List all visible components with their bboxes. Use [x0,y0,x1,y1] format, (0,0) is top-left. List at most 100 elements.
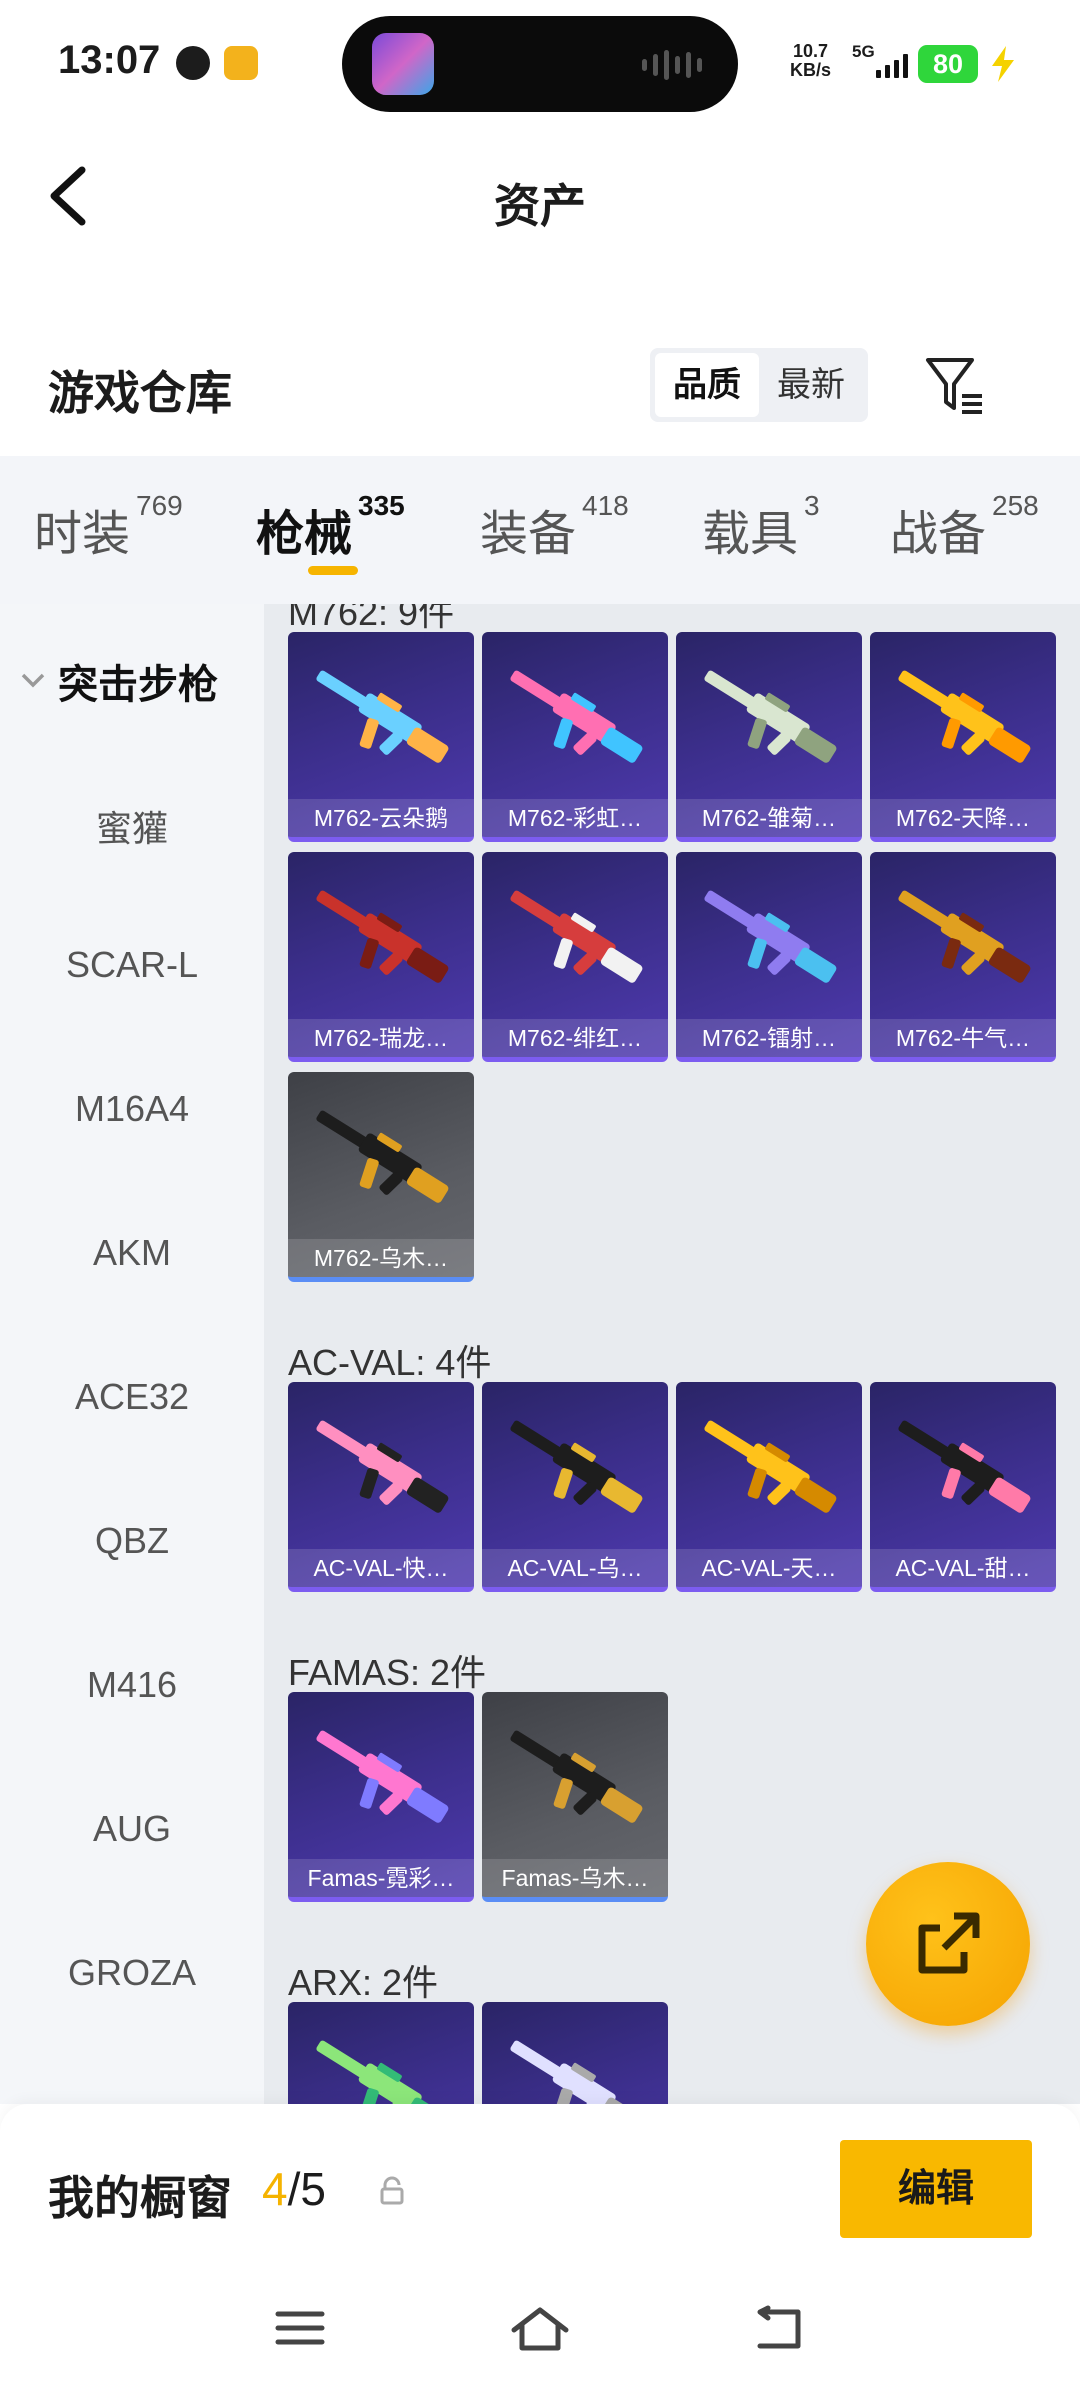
skin-card[interactable]: M762-彩虹… [482,632,668,842]
skin-card-label: Famas-乌木… [482,1859,668,1897]
tab-equipment[interactable]: 装备418 [480,490,629,564]
tab-label: 装备 [480,508,577,561]
charging-bolt-icon [992,46,1014,82]
gun-skin-icon [510,890,643,983]
filter-icon[interactable] [922,352,988,418]
sidebar-group-label: 突击步枪 [58,663,218,707]
sort-quality[interactable]: 品质 [655,353,759,417]
gun-skin-icon [704,1420,837,1513]
globe-icon [176,46,210,80]
sort-newest[interactable]: 最新 [759,353,863,417]
skin-card[interactable]: M762-云朵鹅 [288,632,474,842]
weapon-type-sidebar: 突击步枪 蜜獾 SCAR-L M16A4 AKM ACE32 QBZ M416 … [0,604,264,2104]
sidebar-item[interactable]: GROZA [0,1952,264,1994]
share-button[interactable] [866,1862,1030,2026]
skin-card[interactable]: M762-雏菊… [676,632,862,842]
status-time: 13:07 [58,38,161,82]
skin-card[interactable]: AC-VAL-天… [676,1382,862,1592]
skin-card-label: AC-VAL-快… [288,1549,474,1587]
dynamic-island[interactable] [342,16,738,112]
gun-skin-icon [316,1110,449,1203]
tab-fashion[interactable]: 时装769 [34,490,183,564]
tab-weapons[interactable]: 枪械335 [256,490,405,564]
skin-card[interactable]: Famas-乌木… [482,1692,668,1902]
skin-card-label: M762-牛气… [870,1019,1056,1057]
category-tabs: 时装769 枪械335 装备418 载具3 战备258 [0,456,1080,604]
skin-card[interactable] [288,2002,474,2104]
section-title: FAMAS: 2件 [288,1652,487,1693]
edit-button[interactable]: 编辑 [840,2140,1032,2238]
showcase-bar: 我的橱窗 4/5 编辑 [0,2104,1080,2400]
tab-count: 769 [136,490,183,521]
menu-icon[interactable] [272,2304,328,2352]
sidebar-item[interactable]: M416 [0,1664,264,1706]
net-speed: 10.7 KB/s [790,42,831,80]
net-speed-value: 10.7 [792,41,829,61]
skin-card-label: M762-云朵鹅 [288,799,474,837]
sidebar-item[interactable]: SCAR-L [0,944,264,986]
back-nav-icon[interactable] [752,2304,808,2352]
tab-label: 战备 [890,508,987,561]
tab-count: 258 [992,490,1039,521]
share-icon [918,1912,980,1974]
skin-card-label: AC-VAL-甜… [870,1549,1056,1587]
skin-card-label: AC-VAL-乌… [482,1549,668,1587]
gun-skin-icon [510,1420,643,1513]
page-title: 资产 [494,180,586,232]
app-notification-icon [224,46,258,80]
skin-card-label: M762-绯红… [482,1019,668,1057]
skin-card[interactable]: M762-天降… [870,632,1056,842]
showcase-label: 我的橱窗 [48,2172,232,2224]
showcase-total: /5 [287,2163,326,2215]
sidebar-item[interactable]: 蜜獾 [0,800,264,852]
section-title: AC-VAL: 4件 [288,1342,492,1383]
signal-bars-icon [876,54,908,78]
section-title: ARX: 2件 [288,1962,439,2003]
sidebar-item[interactable]: AUG [0,1808,264,1850]
chevron-down-icon [21,673,45,688]
tab-battle-gear[interactable]: 战备258 [890,490,1039,564]
sidebar-group-assault-rifle[interactable]: 突击步枪 [20,652,218,710]
skin-card-label: M762-瑞龙… [288,1019,474,1057]
tab-label: 载具 [702,508,799,561]
skin-card-label: M762-乌木… [288,1239,474,1277]
tab-label: 枪械 [256,508,353,561]
skin-card[interactable]: Famas-霓彩… [288,1692,474,1902]
skin-card[interactable]: M762-瑞龙… [288,852,474,1062]
skin-card[interactable]: AC-VAL-快… [288,1382,474,1592]
battery-level: 80 [918,45,978,83]
skin-card[interactable]: AC-VAL-甜… [870,1382,1056,1592]
gun-skin-icon [898,1420,1031,1513]
skin-card[interactable]: M762-牛气… [870,852,1056,1062]
gun-skin-icon [316,1730,449,1823]
sidebar-item[interactable]: QBZ [0,1520,264,1562]
gun-skin-icon [316,2040,449,2104]
audio-wave-icon [642,50,702,80]
gun-skin-icon [510,1730,643,1823]
skin-card[interactable]: M762-乌木… [288,1072,474,1282]
tab-count: 3 [804,490,820,521]
status-bar: 13:07 10.7 KB/s 5G 80 [0,0,1080,130]
lock-icon [380,2176,404,2205]
skin-card[interactable]: M762-绯红… [482,852,668,1062]
skin-card-label: Famas-霓彩… [288,1859,474,1897]
sidebar-item[interactable]: ACE32 [0,1376,264,1418]
net-speed-unit: KB/s [790,60,832,80]
skin-card-label: M762-镭射… [676,1019,862,1057]
active-tab-indicator [308,566,358,575]
gun-skin-icon [898,890,1031,983]
gun-skin-icon [510,2040,643,2104]
gun-skin-icon [316,1420,449,1513]
tab-count: 418 [582,490,629,521]
tab-vehicles[interactable]: 载具3 [702,490,820,564]
tab-count: 335 [358,490,405,521]
skin-card[interactable]: M762-镭射… [676,852,862,1062]
sort-toggle: 品质 最新 [650,348,868,422]
skin-card[interactable] [482,2002,668,2104]
skin-card-label: AC-VAL-天… [676,1549,862,1587]
gun-skin-icon [316,890,449,983]
skin-card[interactable]: AC-VAL-乌… [482,1382,668,1592]
sidebar-item[interactable]: M16A4 [0,1088,264,1130]
sidebar-item[interactable]: AKM [0,1232,264,1274]
home-icon[interactable] [508,2304,572,2352]
